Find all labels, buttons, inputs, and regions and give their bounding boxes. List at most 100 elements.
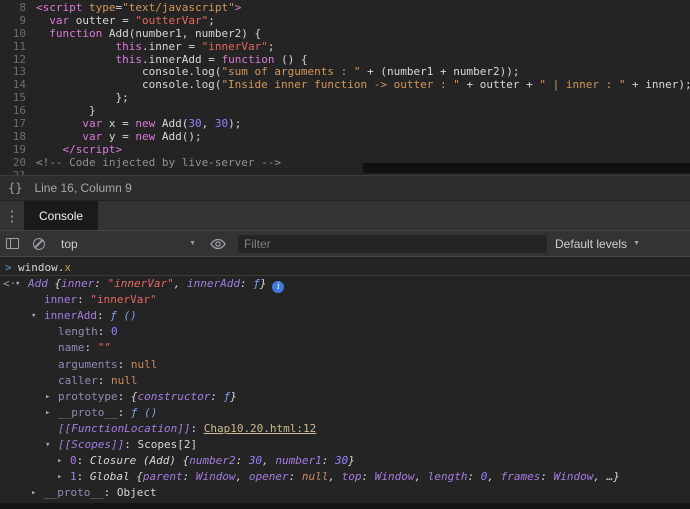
cursor-position-label: Line 16, Column 9 — [34, 181, 132, 195]
source-code-editor[interactable]: 8 <script type="text/javascript"> 9 var ou… — [0, 0, 690, 175]
console-row: ▸ 0: Closure (Add) {number2: 30, number1:… — [0, 453, 690, 469]
line-number[interactable]: 20 — [0, 156, 26, 170]
console-text: 0 — [111, 325, 118, 339]
line-number[interactable]: 8 — [0, 1, 26, 15]
console-row: inner: "innerVar" — [0, 292, 690, 308]
line-number[interactable]: 11 — [0, 40, 26, 54]
console-row: ▸ 1: Global {parent: Window, opener: null… — [0, 469, 690, 485]
console-row: [[FunctionLocation]]: Chap10.20.html:12 — [0, 421, 690, 437]
console-text: Object — [116, 486, 157, 500]
clear-console-icon[interactable] — [33, 237, 45, 250]
log-level-selector[interactable]: Default levels ▼ — [555, 237, 640, 251]
console-text: null — [111, 373, 138, 387]
console-text: opener — [248, 470, 289, 484]
console-text: [[Scopes]] — [58, 438, 125, 452]
console-text: : — [190, 421, 204, 435]
expand-arrow-icon[interactable]: ▾ — [45, 437, 50, 453]
drawer-tab-bar: ⋮ Console — [0, 200, 690, 230]
console-text: innerAdd — [44, 309, 97, 323]
devtools-window: 8 <script type="text/javascript"> 9 var ou… — [0, 0, 690, 509]
console-text: 0 — [70, 454, 77, 468]
source-link[interactable]: Chap10.20.html:12 — [204, 422, 317, 435]
console-text: , — [414, 470, 428, 484]
console-text: : — [94, 277, 108, 291]
console-row: ▸ prototype: {constructor: ƒ} — [0, 389, 690, 405]
line-number[interactable]: 9 — [0, 14, 26, 28]
console-text: number1 — [275, 454, 322, 468]
console-text: : — [361, 470, 375, 484]
drawer-menu-icon[interactable]: ⋮ — [0, 201, 24, 230]
filter-input[interactable] — [238, 234, 548, 253]
console-text: : — [97, 373, 111, 387]
console-text: null — [301, 470, 329, 484]
expand-arrow-icon[interactable]: ▸ — [57, 453, 62, 469]
expand-arrow-icon[interactable]: ▾ — [31, 308, 36, 324]
console-output: > window.x <· ▾ Add {inner: "innerVar", inne… — [0, 258, 690, 503]
expand-arrow-icon[interactable]: ▸ — [45, 405, 50, 421]
console-text: "innerVar" — [90, 293, 157, 307]
console-text: ƒ () — [130, 405, 158, 419]
console-text: Window — [195, 470, 236, 484]
console-text: x — [64, 261, 71, 274]
expand-arrow-icon[interactable]: ▸ — [31, 485, 36, 501]
console-text: , …} — [593, 470, 620, 484]
console-text: : — [77, 293, 91, 307]
console-text: arguments — [58, 357, 118, 371]
console-text: : — [124, 438, 138, 452]
console-text: ƒ — [253, 277, 260, 291]
console-text: prototype — [58, 389, 118, 403]
console-text: , — [173, 277, 187, 291]
expand-arrow-icon[interactable]: ▸ — [57, 469, 62, 485]
console-text: Window — [374, 470, 415, 484]
pretty-print-icon[interactable]: {} — [8, 181, 22, 195]
tab-console[interactable]: Console — [24, 201, 99, 230]
console-toolbar: top ▼ Default levels ▼ — [0, 230, 690, 257]
console-text: frames — [500, 470, 541, 484]
line-number[interactable]: 17 — [0, 117, 26, 131]
chevron-down-icon: ▼ — [189, 240, 196, 247]
console-text: ƒ () — [110, 309, 137, 323]
console-text: : — [182, 470, 196, 484]
console-text: 30 — [248, 454, 263, 468]
console-text: : — [117, 389, 131, 403]
console-sidebar-icon[interactable] — [6, 238, 19, 249]
sources-status-bar: {} Line 16, Column 9 — [0, 175, 690, 200]
horizontal-scrollbar[interactable] — [363, 163, 690, 173]
console-text: __proto__ — [58, 405, 118, 419]
console-text: , — [235, 470, 249, 484]
console-text: : — [210, 389, 224, 403]
console-text: innerAdd — [186, 277, 240, 291]
console-text: : — [97, 325, 111, 339]
chevron-down-icon: ▼ — [633, 240, 640, 247]
console-text: , — [262, 454, 276, 468]
console-text: , — [487, 470, 501, 484]
console-text: Add — [28, 277, 55, 291]
console-text: : — [239, 277, 254, 291]
eye-icon[interactable] — [210, 238, 226, 250]
console-text: : — [103, 486, 117, 500]
line-number[interactable]: 19 — [0, 143, 26, 157]
expand-arrow-icon[interactable]: ▾ — [15, 276, 20, 292]
code-line: 15 }; — [0, 91, 690, 105]
prompt-icon: > — [5, 261, 12, 274]
console-row: ▸ __proto__: Object — [0, 485, 690, 501]
expand-arrow-icon[interactable]: ▸ — [45, 389, 50, 405]
console-text: : — [117, 357, 131, 371]
console-row: arguments: null — [0, 357, 690, 373]
console-text: window. — [18, 261, 65, 274]
console-text: } — [259, 277, 267, 291]
console-text: name — [58, 341, 85, 355]
log-level-label: Default levels — [555, 236, 628, 251]
console-text: : — [117, 405, 131, 419]
console-text: parent — [142, 470, 183, 484]
console-text: Scopes[2] — [137, 438, 198, 452]
console-row: name: "" — [0, 340, 690, 356]
console-text: inner — [44, 293, 78, 307]
context-selector[interactable]: top ▼ — [61, 237, 196, 251]
console-text: : — [467, 470, 481, 484]
line-number[interactable]: 10 — [0, 27, 26, 41]
console-text: 1 — [70, 470, 77, 484]
console-text: : — [321, 454, 335, 468]
line-number[interactable]: 18 — [0, 130, 26, 144]
console-row: length: 0 — [0, 324, 690, 340]
